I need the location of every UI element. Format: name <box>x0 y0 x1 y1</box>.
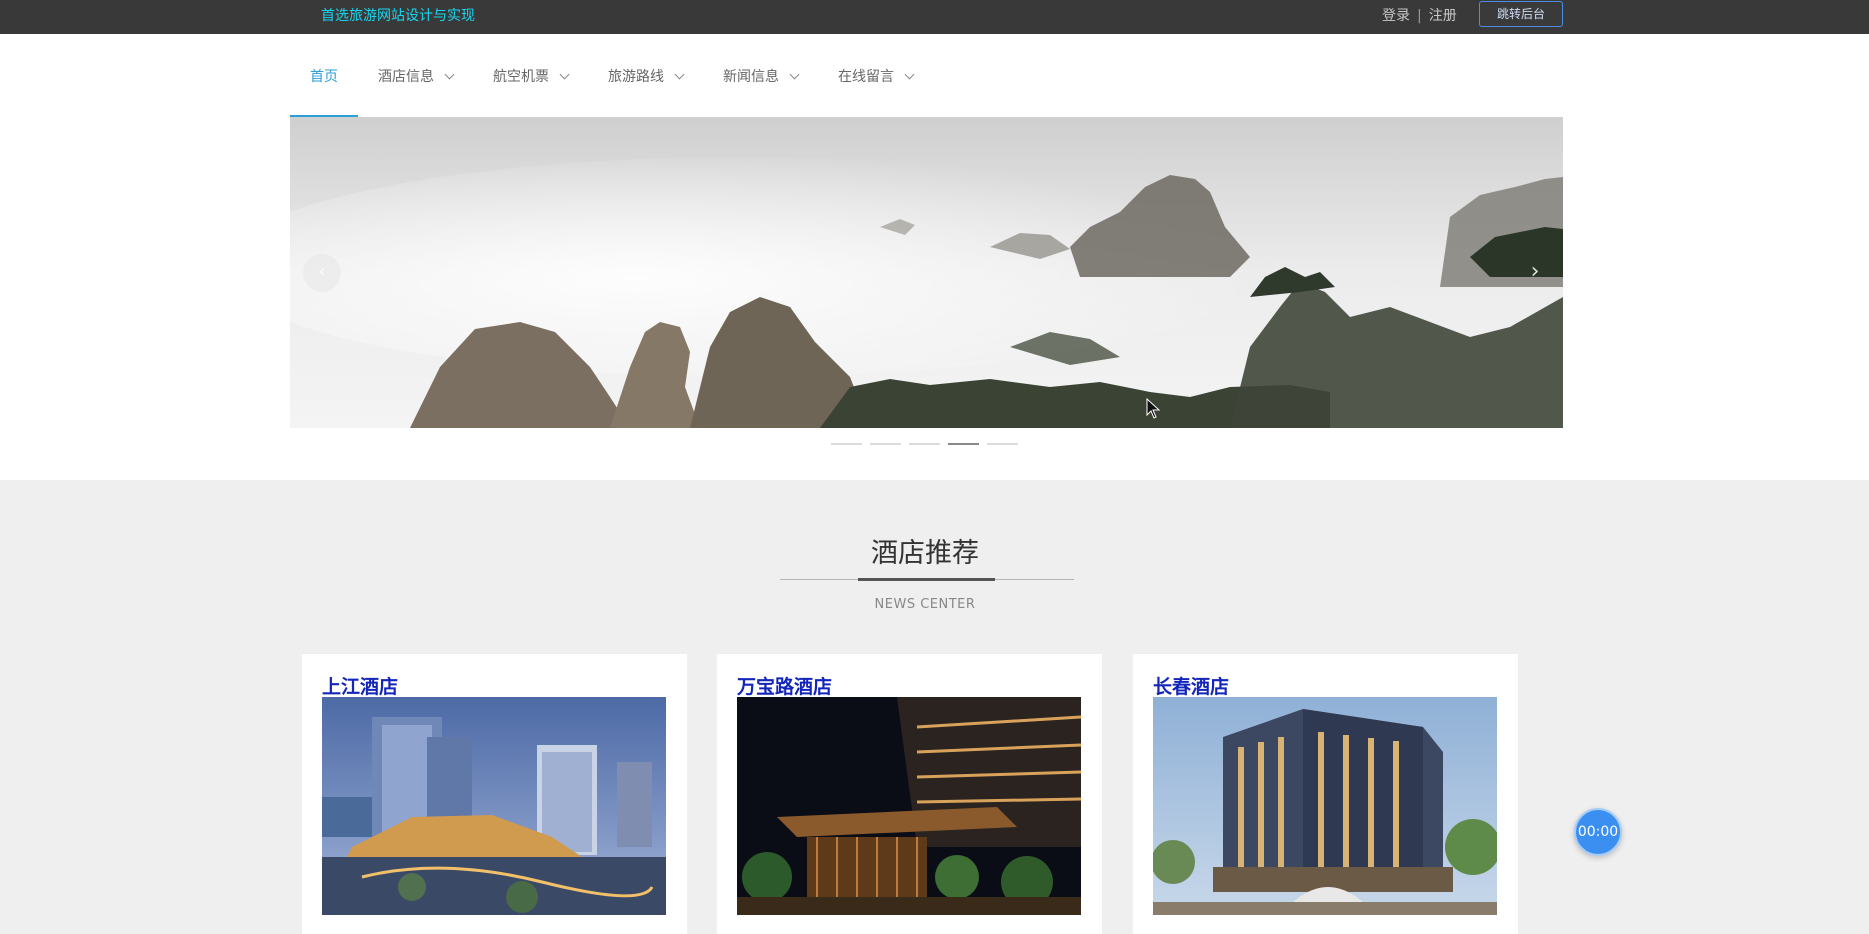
top-bar <box>0 0 1869 34</box>
carousel-dot-1[interactable] <box>831 443 862 445</box>
nav-hotel-info[interactable]: 酒店信息 <box>358 34 473 117</box>
section-subtitle: NEWS CENTER <box>874 597 976 612</box>
chevron-down-icon <box>559 69 570 80</box>
hotel-photo-shangjiang <box>322 697 666 915</box>
nav-hotel-info-label: 酒店信息 <box>378 69 434 85</box>
chevron-down-icon <box>674 69 685 80</box>
carousel-dot-5[interactable] <box>987 443 1018 445</box>
nav-travel-routes[interactable]: 旅游路线 <box>588 34 703 117</box>
hotel-card-title[interactable]: 上江酒店 <box>322 672 398 699</box>
hotel-card-image[interactable] <box>737 697 1081 915</box>
carousel-dot-2[interactable] <box>870 443 901 445</box>
carousel-dot-4[interactable] <box>948 443 979 445</box>
chevron-down-icon <box>444 69 455 80</box>
banner-image-mountains <box>290 117 1563 428</box>
auth-links: 登录 | 注册 <box>1382 5 1457 25</box>
banner-carousel[interactable] <box>290 117 1563 428</box>
nav-messages-label: 在线留言 <box>838 69 894 85</box>
carousel-prev-icon[interactable]: ‹ <box>303 254 341 292</box>
carousel-indicators <box>831 443 1018 445</box>
hotel-card-image[interactable] <box>322 697 666 915</box>
floating-timer-button[interactable]: 00:00 <box>1574 808 1622 856</box>
hotel-photo-changchun <box>1153 697 1497 915</box>
auth-separator: | <box>1417 8 1422 24</box>
admin-button[interactable]: 跳转后台 <box>1479 1 1563 27</box>
nav-messages[interactable]: 在线留言 <box>818 34 933 117</box>
hotel-photo-wanbaolu <box>737 697 1081 915</box>
mouse-cursor-icon <box>1146 398 1160 419</box>
login-link[interactable]: 登录 <box>1382 8 1410 24</box>
hotel-card-title[interactable]: 长春酒店 <box>1153 672 1229 699</box>
main-nav: 首页 酒店信息 航空机票 旅游路线 新闻信息 在线留言 <box>290 34 933 117</box>
hotel-card-title[interactable]: 万宝路酒店 <box>737 672 832 699</box>
register-link[interactable]: 注册 <box>1429 8 1457 24</box>
nav-news[interactable]: 新闻信息 <box>703 34 818 117</box>
nav-news-label: 新闻信息 <box>723 69 779 85</box>
carousel-next-icon[interactable]: › <box>1520 254 1550 292</box>
hotel-card-image[interactable] <box>1153 697 1497 915</box>
section-divider-accent <box>858 578 995 581</box>
nav-home[interactable]: 首页 <box>290 34 358 117</box>
nav-travel-routes-label: 旅游路线 <box>608 69 664 85</box>
site-title[interactable]: 首选旅游网站设计与实现 <box>321 5 475 25</box>
hotel-card[interactable]: 长春酒店 <box>1133 654 1518 934</box>
carousel-dot-3[interactable] <box>909 443 940 445</box>
hotel-card[interactable]: 万宝路酒店 <box>717 654 1102 934</box>
hotel-card[interactable]: 上江酒店 <box>302 654 687 934</box>
nav-home-label: 首页 <box>310 69 338 85</box>
nav-flight-tickets-label: 航空机票 <box>493 69 549 85</box>
section-title: 酒店推荐 <box>871 538 979 569</box>
chevron-down-icon <box>789 69 800 80</box>
chevron-down-icon <box>904 69 915 80</box>
nav-flight-tickets[interactable]: 航空机票 <box>473 34 588 117</box>
